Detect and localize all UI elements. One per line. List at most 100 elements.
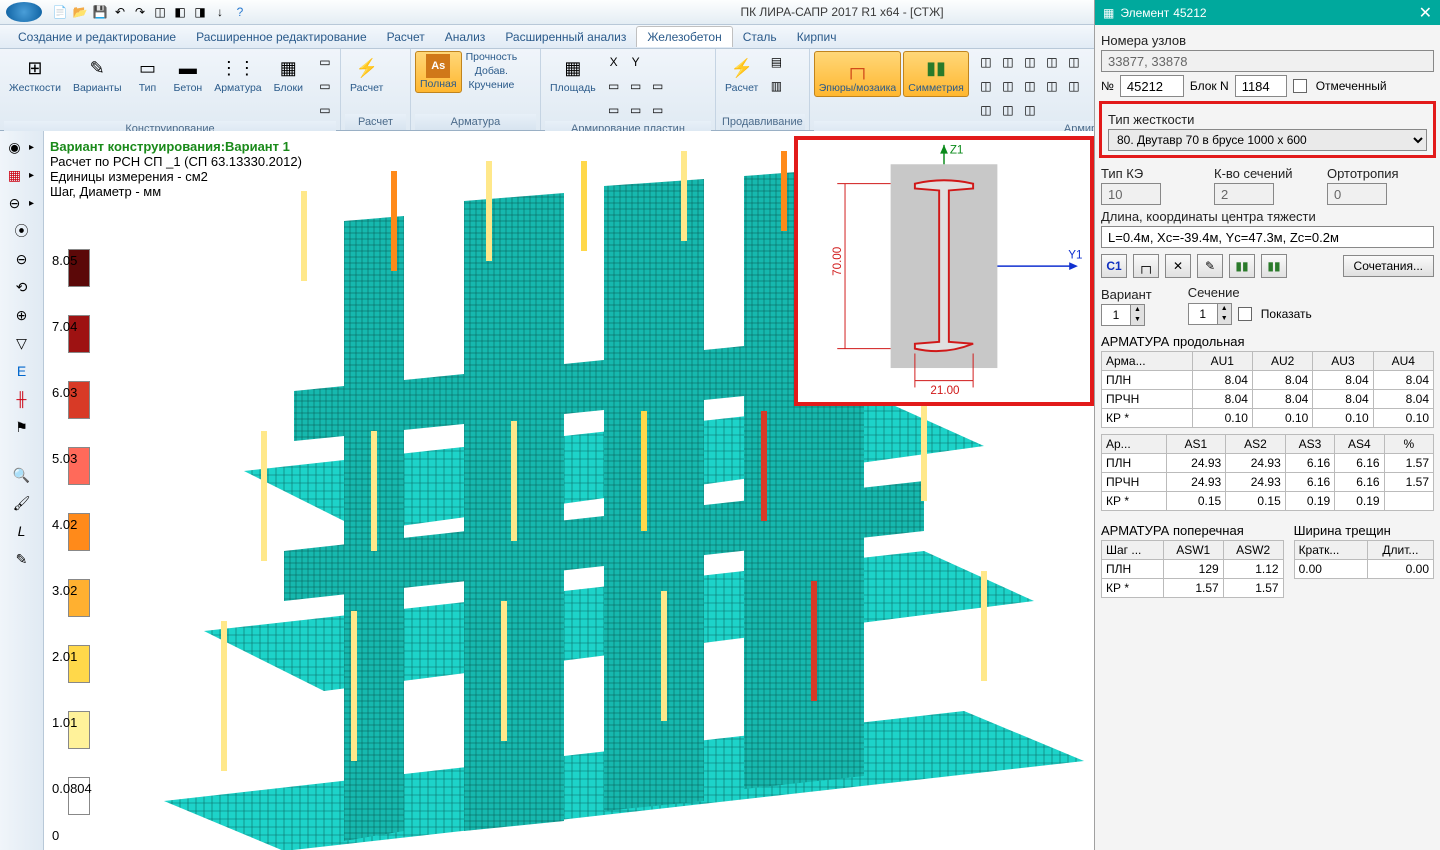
st-s9-icon[interactable]: ◫	[1042, 76, 1062, 96]
menu-кирпич[interactable]: Кирпич	[787, 27, 847, 47]
block-field[interactable]	[1235, 75, 1287, 97]
ribbon-блоки-button[interactable]: ▦Блоки	[269, 51, 308, 97]
st-s13-icon[interactable]: ◫	[1020, 100, 1040, 120]
opt-dobav[interactable]: Добав.	[466, 65, 518, 77]
ribbon-ploschad-button[interactable]: ▦ Площадь	[545, 51, 601, 97]
legend-value: 0	[52, 828, 59, 843]
qa-cube3-icon[interactable]: ◨	[191, 3, 209, 21]
qa-flag-icon[interactable]: ↓	[211, 3, 229, 21]
ribbon-варианты-button[interactable]: ✎Варианты	[68, 51, 127, 97]
ribbon-тип-button[interactable]: ▭Тип	[129, 51, 167, 97]
st-s10-icon[interactable]: ◫	[1064, 76, 1084, 96]
qa-help-icon[interactable]: ?	[231, 3, 249, 21]
lt-refresh-icon[interactable]: ⟲	[10, 275, 34, 299]
st-s8-icon[interactable]: ◫	[1020, 76, 1040, 96]
konstr-extra-2-icon[interactable]: ▭	[315, 100, 335, 120]
stiff-select[interactable]: 80. Двутавр 70 в брусе 1000 х 600	[1108, 129, 1427, 151]
as-icon: As	[426, 54, 450, 78]
viewport-3d[interactable]: Вариант конструирования:Вариант 1 Расчет…	[44, 131, 1094, 850]
st-s2-icon[interactable]: ◫	[998, 52, 1018, 72]
qa-cube2-icon[interactable]: ◧	[171, 3, 189, 21]
panel-close-icon[interactable]: ✕	[1419, 3, 1432, 23]
ribbon-арматура-button[interactable]: ⋮⋮Арматура	[209, 51, 266, 97]
qa-cube1-icon[interactable]: ◫	[151, 3, 169, 21]
qa-undo-icon[interactable]: ↶	[111, 3, 129, 21]
st-s12-icon[interactable]: ◫	[998, 100, 1018, 120]
lt-sub2-icon[interactable]: ▸	[25, 163, 39, 187]
ribbon-polnaya-button[interactable]: As Полная	[415, 51, 462, 93]
plastin-s4-icon[interactable]: ▭	[604, 100, 624, 120]
legend-value: 7.04	[52, 319, 77, 334]
lt-brush-icon[interactable]: 🖌	[10, 491, 34, 515]
st-s5-icon[interactable]: ◫	[1064, 52, 1084, 72]
qa-new-icon[interactable]: 📄	[51, 3, 69, 21]
plastin-y[interactable]: Y	[626, 52, 646, 72]
nodes-field	[1101, 50, 1434, 72]
qa-redo-icon[interactable]: ↷	[131, 3, 149, 21]
show-checkbox[interactable]	[1238, 307, 1252, 321]
ribbon-бетон-button[interactable]: ▬Бетон	[169, 51, 208, 97]
lt-struct-icon[interactable]: ╫	[10, 387, 34, 411]
plastin-s5-icon[interactable]: ▭	[626, 100, 646, 120]
st-s6-icon[interactable]: ◫	[976, 76, 996, 96]
lt-e-icon[interactable]: E	[10, 359, 34, 383]
st-s1-icon[interactable]: ◫	[976, 52, 996, 72]
block-label: Блок N	[1190, 79, 1229, 93]
lt-edit-icon[interactable]: ✎	[10, 547, 34, 571]
lt-search-icon[interactable]: 🔍	[10, 463, 34, 487]
variant-spinner[interactable]: ▲▼	[1101, 304, 1145, 326]
lt-funnel-icon[interactable]: ▽	[10, 331, 34, 355]
menu-расширенный-анализ[interactable]: Расширенный анализ	[495, 27, 636, 47]
ribbon-raschet-button[interactable]: ⚡ Расчет	[345, 51, 388, 97]
st-s11-icon[interactable]: ◫	[976, 100, 996, 120]
menu-расчет[interactable]: Расчет	[377, 27, 435, 47]
lt-flag2-icon[interactable]: ⚑	[10, 415, 34, 439]
menu-расширенное-редактирование[interactable]: Расширенное редактирование	[186, 27, 377, 47]
tool4-icon[interactable]: ▮▮	[1229, 254, 1255, 278]
lt-grid-icon[interactable]: ▦	[5, 163, 25, 187]
prodav-s2-icon[interactable]: ▥	[766, 76, 786, 96]
tool2-icon[interactable]: ✕	[1165, 254, 1191, 278]
menu-создание-и-редактирование[interactable]: Создание и редактирование	[8, 27, 186, 47]
ribbon-epury-button[interactable]: ┌┐ Эпюры/мозаика	[814, 51, 902, 97]
lt-sub1-icon[interactable]: ▸	[25, 135, 39, 159]
plastin-s2-icon[interactable]: ▭	[626, 76, 646, 96]
sech-spinner[interactable]: ▲▼	[1188, 303, 1232, 325]
combo-button[interactable]: Сочетания...	[1343, 255, 1434, 277]
konstr-extra-1-icon[interactable]: ▭	[315, 76, 335, 96]
ribbon-prodav-button[interactable]: ⚡ Расчет	[720, 51, 763, 97]
plastin-s3-icon[interactable]: ▭	[648, 76, 668, 96]
qa-open-icon[interactable]: 📂	[71, 3, 89, 21]
c1-button[interactable]: C1	[1101, 254, 1127, 278]
st-s7-icon[interactable]: ◫	[998, 76, 1018, 96]
lt-italic-icon[interactable]: L	[10, 519, 34, 543]
tool5-icon[interactable]: ▮▮	[1261, 254, 1287, 278]
lt-zoomout-icon[interactable]: ⊖	[5, 191, 25, 215]
konstr-extra-0-icon[interactable]: ▭	[315, 52, 335, 72]
lt-sub3-icon[interactable]: ▸	[25, 191, 39, 215]
tool3-icon[interactable]: ✎	[1197, 254, 1223, 278]
lt-globe-icon[interactable]: ⊕	[10, 303, 34, 327]
lt-pause-icon[interactable]: ⦿	[10, 219, 34, 243]
table-as: Ар...AS1AS2AS3AS4%ПЛН24.9324.936.166.161…	[1101, 434, 1434, 511]
st-s4-icon[interactable]: ◫	[1042, 52, 1062, 72]
rk-icon-0: ⊞	[21, 54, 49, 82]
menu-железобетон[interactable]: Железобетон	[636, 26, 732, 47]
n-field[interactable]	[1120, 75, 1184, 97]
menu-сталь[interactable]: Сталь	[733, 27, 787, 47]
lt-minus-icon[interactable]: ⊖	[10, 247, 34, 271]
opt-prochnost[interactable]: Прочность	[466, 51, 518, 63]
plastin-x[interactable]: X	[604, 52, 624, 72]
lt-orbit-icon[interactable]: ◉	[5, 135, 25, 159]
qa-save-icon[interactable]: 💾	[91, 3, 109, 21]
menu-анализ[interactable]: Анализ	[435, 27, 496, 47]
plastin-s6-icon[interactable]: ▭	[648, 100, 668, 120]
opt-kruchenie[interactable]: Кручение	[466, 79, 518, 91]
plastin-s1-icon[interactable]: ▭	[604, 76, 624, 96]
prodav-s1-icon[interactable]: ▤	[766, 52, 786, 72]
tool1-icon[interactable]: ┌┐	[1133, 254, 1159, 278]
ribbon-жесткости-button[interactable]: ⊞Жесткости	[4, 51, 66, 97]
marked-checkbox[interactable]	[1293, 79, 1307, 93]
ribbon-symmetry-button[interactable]: ▮▮ Симметрия	[903, 51, 969, 97]
st-s3-icon[interactable]: ◫	[1020, 52, 1040, 72]
